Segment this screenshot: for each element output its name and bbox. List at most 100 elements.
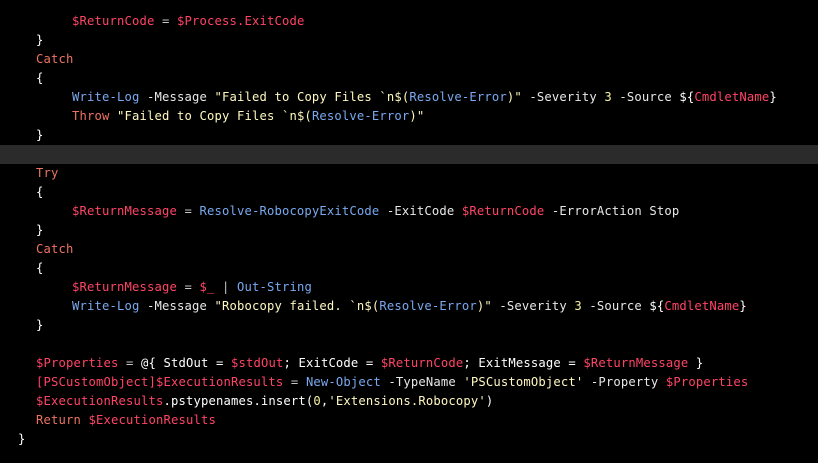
code-token-cmdlet: Resolve-Error (379, 299, 477, 313)
code-line[interactable]: Catch (0, 240, 818, 259)
code-token-operator: = (283, 375, 306, 389)
code-token-var: $ReturnMessage (72, 204, 177, 218)
code-token-param: -Severity (491, 299, 575, 313)
code-line[interactable]: $ReturnMessage = Resolve-RobocopyExitCod… (0, 202, 818, 221)
code-token-param: -Message (139, 90, 215, 104)
code-token-plain: } (36, 128, 44, 142)
code-token-string: 'Extensions.Robocopy' (328, 394, 486, 408)
code-token-var: CmdletName (664, 299, 740, 313)
code-line[interactable]: Catch (0, 50, 818, 69)
code-token-var: $ReturnMessage (72, 280, 177, 294)
code-token-type: [PSCustomObject] (36, 375, 156, 389)
code-token-param: -Message (139, 299, 215, 313)
code-token-string: "Failed to Copy Files `n$( (117, 109, 312, 123)
code-token-plain: { (36, 185, 44, 199)
code-token-number: 0 (313, 394, 321, 408)
code-token-number: 3 (604, 90, 612, 104)
code-token-var: $ReturnMessage (583, 356, 689, 370)
code-token-string: "Failed to Copy Files `n$( (214, 90, 410, 104)
code-token-operator: | (214, 280, 237, 294)
code-line[interactable]: Write-Log -Message "Failed to Copy Files… (0, 88, 818, 107)
code-token-cmdlet: Write-Log (72, 299, 140, 313)
code-token-string: 'PSCustomObject' (463, 375, 584, 389)
code-token-param: -Property (583, 375, 666, 389)
code-token-operator: = (154, 14, 177, 28)
code-token-plain: ; ExitMessage = (463, 356, 584, 370)
code-token-plain: } (36, 33, 44, 47)
code-line[interactable]: } (0, 221, 818, 240)
code-token-param: -Source (581, 299, 650, 313)
code-token-keyword: Try (36, 166, 59, 180)
code-token-var: $ExecutionResults (155, 375, 284, 389)
code-line[interactable]: } (0, 126, 818, 145)
code-token-var: $ReturnCode (72, 14, 155, 28)
code-line[interactable]: $ReturnMessage = $_ | Out-String (0, 278, 818, 297)
code-line[interactable]: $ReturnCode = $Process.ExitCode (0, 12, 818, 31)
code-token-plain: ) (485, 394, 494, 408)
code-token-plain: { (36, 261, 44, 275)
code-line[interactable]: Throw "Failed to Copy Files `n$(Resolve-… (0, 107, 818, 126)
code-line[interactable]: { (0, 69, 818, 88)
code-line[interactable] (0, 335, 818, 354)
code-token-var: $stdOut (230, 356, 284, 370)
code-token-var: $Properties (36, 356, 119, 370)
code-token-operator: = (176, 280, 200, 294)
code-token-keyword: Catch (36, 52, 74, 66)
code-token-var: $_ (199, 280, 215, 294)
code-token-param: -Severity (521, 90, 605, 104)
code-token-var: $ExecutionResults (88, 413, 216, 427)
code-line[interactable]: } (0, 430, 818, 449)
code-token-cmdlet: Resolve-RobocopyExitCode (199, 204, 380, 218)
code-token-keyword: Throw (72, 109, 110, 123)
code-line[interactable]: { (0, 259, 818, 278)
code-token-param: -ExitCode (379, 204, 462, 218)
code-token-cmdlet: Out-String (236, 280, 312, 294)
code-token-plain: .pstypenames.insert( (163, 394, 314, 408)
code-token-plain: } (36, 318, 44, 332)
code-token-cmdlet: Resolve-Error (409, 90, 507, 104)
code-token-plain: ${ (649, 299, 665, 313)
code-token-param: -Source (611, 90, 680, 104)
code-token-plain: { (36, 71, 44, 85)
code-token-var: $ReturnCode (380, 356, 464, 370)
code-token-plain: } (739, 299, 747, 313)
code-token-keyword: Return (36, 413, 81, 427)
code-token-number: 3 (574, 299, 582, 313)
code-line[interactable]: } (0, 31, 818, 50)
code-token-string: )" (506, 90, 522, 104)
code-token-param: -TypeName (380, 375, 464, 389)
code-line[interactable]: [PSCustomObject]$ExecutionResults = New-… (0, 373, 818, 392)
code-token-string: )" (409, 109, 425, 123)
code-line[interactable]: { (0, 183, 818, 202)
code-token-string: "Robocopy failed. `n$( (214, 299, 380, 313)
code-token-plain: ${ (679, 90, 695, 104)
code-line[interactable]: $Properties = @{ StdOut = $stdOut; ExitC… (0, 354, 818, 373)
code-token-plain: } (688, 356, 704, 370)
code-line[interactable]: Try (0, 164, 818, 183)
current-code-line[interactable] (0, 145, 818, 164)
code-token-keyword: Catch (36, 242, 74, 256)
code-token-cmdlet: Write-Log (72, 90, 140, 104)
code-token-var: CmdletName (694, 90, 770, 104)
code-editor[interactable]: $ReturnCode = $Process.ExitCode} Catch { Wr… (0, 12, 818, 449)
code-token-var: $ReturnCode (461, 204, 545, 218)
code-line[interactable]: Write-Log -Message "Robocopy failed. `n$… (0, 297, 818, 316)
code-line[interactable]: $ExecutionResults.pstypenames.insert(0,'… (0, 392, 818, 411)
code-token-plain: @{ StdOut = (140, 356, 231, 370)
code-token-cmdlet: Resolve-Error (311, 109, 410, 123)
code-line[interactable]: Return $ExecutionResults (0, 411, 818, 430)
code-token-plain: ; ExitCode = (283, 356, 381, 370)
code-token-operator: = (176, 204, 200, 218)
code-token-var: $Properties (665, 375, 749, 389)
code-token-plain: } (36, 223, 44, 237)
code-token-cmdlet: New-Object (305, 375, 381, 389)
code-token-string: )" (476, 299, 492, 313)
code-token-plain: } (769, 90, 777, 104)
code-token-var: $ExecutionResults (36, 394, 164, 408)
code-token-param: -ErrorAction Stop (544, 204, 680, 218)
code-token-plain: } (18, 432, 26, 446)
code-line[interactable]: } (0, 316, 818, 335)
code-token-var: $Process.ExitCode (176, 14, 305, 28)
